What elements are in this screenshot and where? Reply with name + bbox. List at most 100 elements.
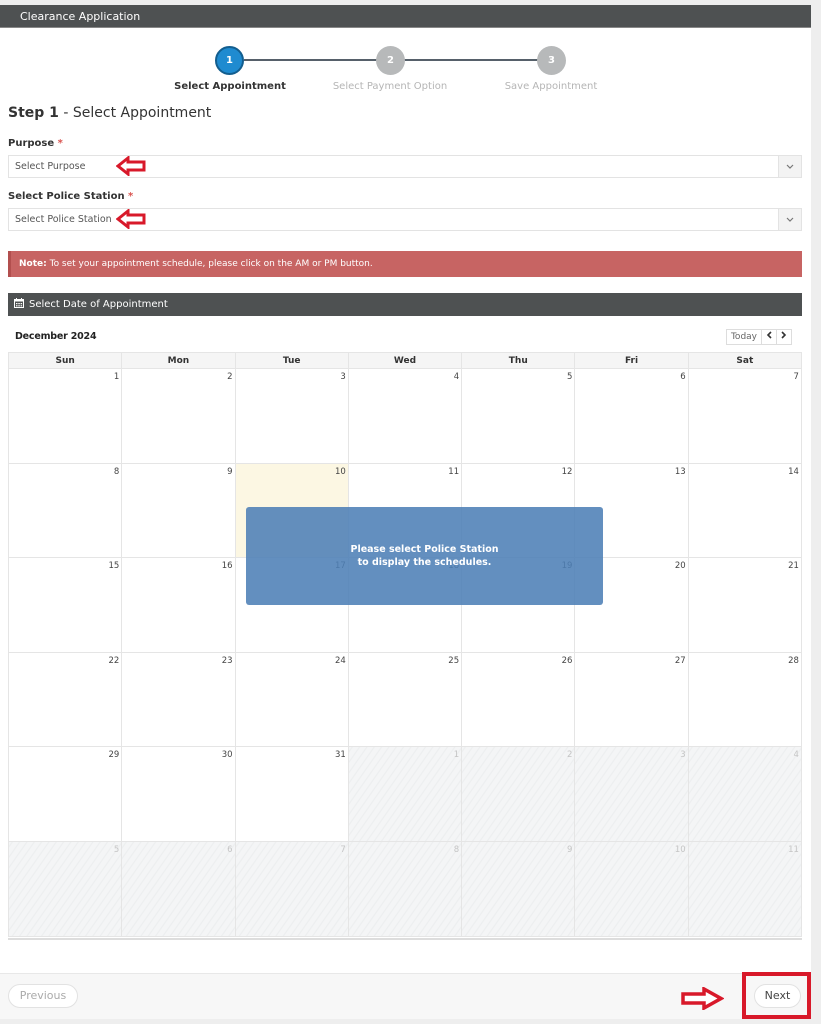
day-number: 9	[566, 844, 573, 855]
step-1-indicator: 1	[215, 46, 244, 75]
calendar-day[interactable]: 29	[8, 747, 121, 841]
calendar-day[interactable]: 23	[121, 652, 234, 747]
calendar-day[interactable]: 27	[574, 652, 687, 747]
day-number: 9	[227, 466, 233, 477]
calendar-day[interactable]: 5	[461, 369, 574, 463]
calendar-day[interactable]: 9	[121, 463, 234, 558]
calendar-header: Select Date of Appointment	[8, 293, 802, 316]
day-of-week-header: Sun Mon Tue Wed Thu Fri Sat	[8, 352, 802, 369]
day-number: 3	[680, 750, 686, 761]
previous-button[interactable]: Previous	[8, 984, 78, 1008]
today-button[interactable]: Today	[727, 330, 762, 344]
annotation-arrow-left-icon	[116, 156, 146, 176]
chevron-right-icon[interactable]	[777, 330, 791, 344]
calendar-day-other-month: 1	[347, 747, 462, 841]
dow-wed: Wed	[347, 353, 461, 368]
calendar-icon	[14, 298, 24, 308]
day-number: 4	[453, 372, 460, 382]
required-mark: *	[57, 138, 63, 149]
calendar-day-other-month: 9	[461, 841, 575, 936]
calendar-day[interactable]: 28	[687, 652, 802, 747]
purpose-select-value: Select Purpose	[15, 161, 86, 172]
calendar-day-other-month: 10	[574, 841, 688, 936]
step-connector	[244, 59, 390, 61]
day-number: 6	[680, 372, 686, 382]
dow-fri: Fri	[574, 353, 687, 368]
police-station-label-text: Select Police Station	[8, 191, 125, 202]
day-number: 27	[674, 655, 686, 666]
annotation-arrow-left-icon	[116, 209, 146, 229]
day-number: 21	[788, 561, 799, 572]
day-number: 6	[227, 844, 233, 855]
calendar-day[interactable]: 21	[687, 558, 802, 652]
calendar-day-other-month: 7	[234, 841, 348, 936]
calendar-day[interactable]: 14	[687, 463, 802, 558]
page-title: Step 1 - Select Appointment	[8, 105, 211, 121]
chevron-left-icon[interactable]	[762, 330, 777, 344]
calendar-day[interactable]: 30	[121, 747, 234, 841]
chevron-down-icon[interactable]	[778, 209, 801, 230]
purpose-label: Purpose *	[8, 138, 63, 149]
day-number: 3	[340, 372, 346, 382]
calendar-week: 29 30 31 1 2 3 4	[8, 747, 802, 842]
annotation-highlight-box	[742, 972, 811, 1019]
calendar-day[interactable]: 8	[8, 463, 121, 558]
day-number: 5	[566, 372, 573, 382]
calendar: December 2024 Today Sun Mon Tue Wed Thu …	[8, 316, 802, 940]
step-2-indicator: 2	[376, 46, 405, 75]
dow-tue: Tue	[234, 353, 348, 368]
calendar-day-other-month: 6	[121, 841, 235, 936]
calendar-day-other-month: 4	[687, 747, 802, 841]
day-number: 14	[788, 466, 799, 477]
calendar-day[interactable]: 24	[234, 652, 348, 747]
calendar-day-other-month: 11	[687, 841, 802, 936]
day-number: 8	[453, 844, 460, 855]
calendar-day[interactable]: 3	[234, 369, 348, 463]
calendar-day[interactable]: 26	[461, 652, 574, 747]
day-number: 16	[221, 561, 233, 572]
calendar-day[interactable]: 16	[121, 558, 234, 652]
day-number: 29	[108, 750, 120, 761]
clearance-card: Clearance Application 1 2 3 Select Appoi…	[0, 5, 811, 1019]
calendar-day[interactable]: 6	[574, 369, 687, 463]
chevron-down-icon[interactable]	[778, 156, 801, 177]
day-number: 11	[448, 466, 460, 477]
day-number: 5	[113, 844, 120, 855]
calendar-week: 1 2 3 4 5 6 7	[8, 369, 802, 464]
calendar-day[interactable]: 1	[8, 369, 121, 463]
stepper: 1 2 3 Select Appointment Select Payment …	[0, 5, 811, 105]
day-number: 31	[335, 750, 346, 761]
calendar-day[interactable]: 15	[8, 558, 121, 652]
day-number: 30	[221, 750, 233, 761]
day-number: 2	[227, 372, 233, 382]
calendar-day[interactable]: 7	[687, 369, 802, 463]
step-number: Step 1	[8, 105, 59, 121]
dow-sat: Sat	[687, 353, 802, 368]
calendar-day-other-month: 8	[347, 841, 462, 936]
step-connector	[404, 59, 551, 61]
day-number: 15	[108, 561, 120, 572]
overlay-line-2: to display the schedules.	[357, 557, 492, 568]
calendar-header-title: Select Date of Appointment	[29, 299, 168, 310]
day-number: 1	[113, 372, 120, 382]
calendar-day[interactable]: 25	[347, 652, 461, 747]
step-1-label: Select Appointment	[174, 81, 286, 92]
purpose-label-text: Purpose	[8, 138, 55, 149]
calendar-month-title: December 2024	[15, 331, 97, 342]
day-number: 28	[788, 655, 799, 666]
calendar-day[interactable]: 22	[8, 652, 121, 747]
day-number: 24	[335, 655, 346, 666]
day-number: 8	[113, 466, 120, 477]
overlay-line-1: Please select Police Station	[350, 544, 499, 555]
day-number: 7	[340, 844, 346, 855]
note-alert: Note: To set your appointment schedule, …	[8, 251, 802, 277]
dow-thu: Thu	[461, 353, 574, 368]
calendar-week: 22 23 24 25 26 27 28	[8, 652, 802, 748]
calendar-day-other-month: 2	[461, 747, 575, 841]
calendar-grid: Sun Mon Tue Wed Thu Fri Sat 1 2 3 4 5 6 7 8 9 10 1…	[8, 352, 802, 937]
calendar-day[interactable]: 4	[347, 369, 461, 463]
day-number: 10	[335, 466, 346, 477]
calendar-day[interactable]: 2	[121, 369, 234, 463]
day-number: 10	[674, 844, 686, 855]
calendar-day[interactable]: 31	[234, 747, 348, 841]
